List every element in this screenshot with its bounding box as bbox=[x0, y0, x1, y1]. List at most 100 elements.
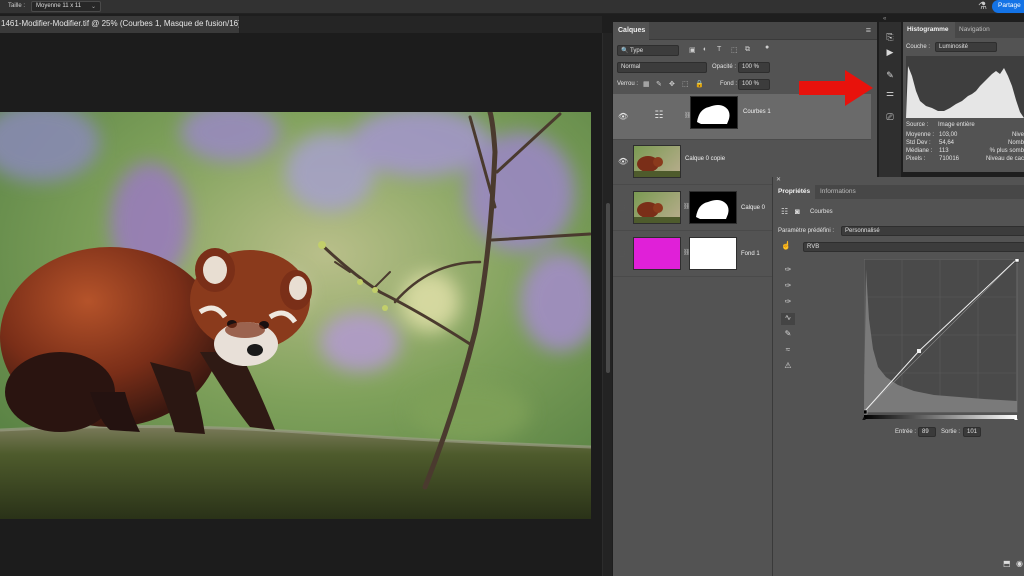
preset-select[interactable]: Personnalisé bbox=[841, 226, 1024, 236]
curve-point-tool-icon[interactable]: ∿ bbox=[781, 313, 795, 325]
tab-navigation[interactable]: Navigation bbox=[959, 26, 990, 33]
scrollbar-thumb[interactable] bbox=[606, 203, 610, 373]
lock-transparent-icon[interactable]: ▦ bbox=[643, 80, 650, 88]
on-image-adjust-icon[interactable]: ☝ bbox=[781, 241, 791, 250]
curves-adjustment-icon: ☷ bbox=[635, 101, 683, 134]
layer-name: Courbes 1 bbox=[743, 109, 771, 115]
stat-value: 54,64 bbox=[939, 140, 955, 146]
view-previous-icon[interactable]: ◉ bbox=[1016, 559, 1023, 568]
stat-label: Pixels : bbox=[906, 156, 926, 162]
channel-select[interactable]: Luminosité bbox=[935, 42, 997, 52]
shape-filter-icon[interactable]: ⬚ bbox=[731, 46, 738, 54]
black-point-eyedropper-icon[interactable]: ✑ bbox=[781, 265, 795, 277]
curves-graph[interactable] bbox=[862, 257, 1020, 415]
brush-settings-icon[interactable]: ✎ bbox=[883, 70, 897, 84]
stat-right: Nive bbox=[1011, 132, 1024, 138]
adjustment-filter-icon[interactable]: ◐ bbox=[703, 46, 707, 53]
tab-histogram[interactable]: Histogramme bbox=[903, 22, 955, 38]
black-slider-icon[interactable]: ▲ bbox=[861, 416, 867, 422]
output-field[interactable]: 101 bbox=[963, 427, 981, 437]
lock-icon[interactable]: 🔒 bbox=[695, 80, 704, 88]
opacity-field[interactable]: 100 % bbox=[738, 62, 770, 73]
blend-mode-value: Normal bbox=[621, 64, 641, 70]
input-field[interactable]: 89 bbox=[918, 427, 936, 437]
tab-properties[interactable]: Propriétés bbox=[773, 185, 815, 199]
histogram-graph bbox=[906, 56, 1024, 118]
opacity-label: Opacité : bbox=[712, 64, 737, 70]
close-icon[interactable]: ✕ bbox=[776, 176, 781, 183]
fill-value: 100 % bbox=[742, 81, 760, 87]
stat-right: Nomb bbox=[1007, 140, 1024, 146]
layers-tab-label: Calques bbox=[618, 27, 646, 34]
layer-mask-thumbnail[interactable] bbox=[690, 96, 738, 129]
stat-value: 103,00 bbox=[939, 132, 958, 138]
stat-value: 710016 bbox=[939, 156, 960, 162]
layer-mask-thumbnail[interactable] bbox=[689, 191, 737, 224]
share-label: Partage bbox=[998, 2, 1021, 9]
layer-mask-thumbnail[interactable] bbox=[689, 237, 737, 270]
document-title: 1461-Modifier-Modifier.tif @ 25% (Courbe… bbox=[1, 19, 240, 28]
curves-adjustment-icon: ☷ bbox=[781, 207, 789, 216]
visibility-off-icon[interactable]: ▢ bbox=[618, 249, 626, 258]
stat-label: Médiane : bbox=[906, 148, 933, 154]
layer-filter-select[interactable]: 🔍 Type bbox=[617, 45, 679, 56]
output-value: 101 bbox=[967, 429, 978, 435]
canvas-image[interactable] bbox=[0, 112, 591, 519]
collapse-icon[interactable]: « bbox=[883, 16, 886, 22]
source-label: Source : bbox=[906, 122, 929, 128]
clip-to-layer-icon[interactable]: ⬒ bbox=[1003, 559, 1011, 568]
play-action-icon[interactable]: ▶ bbox=[883, 47, 897, 61]
brush-size-label: Taille : bbox=[8, 3, 26, 9]
stat-right: % plus somb bbox=[989, 148, 1024, 154]
options-bar: Taille : Moyenne 11 x 11 ⌄ ⚗ Partage bbox=[0, 0, 1024, 14]
clipping-warning-icon[interactable]: ⚠ bbox=[781, 361, 795, 373]
stat-label: Std Dev : bbox=[906, 140, 931, 146]
input-label: Entrée : bbox=[895, 429, 917, 435]
type-filter-icon[interactable]: T bbox=[717, 46, 721, 53]
fill-label: Fond : bbox=[720, 81, 738, 87]
smooth-curve-icon[interactable]: ≈ bbox=[781, 345, 795, 357]
input-gradient-bar bbox=[864, 415, 1017, 419]
channel-value: Luminosité bbox=[939, 44, 969, 50]
image-filter-icon[interactable]: ▣ bbox=[689, 46, 696, 54]
histogram-tab-label: Histogramme bbox=[907, 26, 949, 33]
canvas-scrollbar[interactable] bbox=[602, 33, 612, 576]
search-icon: 🔍 bbox=[621, 48, 629, 54]
brush-size-value: Moyenne 11 x 11 bbox=[36, 3, 82, 9]
smart-object-filter-icon[interactable]: ⧉ bbox=[745, 46, 750, 54]
tab-calques[interactable]: Calques bbox=[613, 22, 649, 40]
visibility-eye-icon[interactable]: 👁 bbox=[618, 157, 628, 166]
mask-icon[interactable]: ◙ bbox=[795, 207, 800, 216]
layer-thumbnail bbox=[633, 237, 681, 270]
visibility-off-icon[interactable]: ▢ bbox=[618, 203, 626, 212]
red-arrow-annotation bbox=[799, 70, 873, 106]
adjustments-icon[interactable]: ⚌ bbox=[883, 88, 897, 102]
lock-position-icon[interactable]: ✥ bbox=[669, 80, 675, 88]
pencil-draw-icon[interactable]: ✎ bbox=[781, 329, 795, 341]
artboard-icon[interactable]: ⬚ bbox=[682, 80, 689, 88]
properties-panel-header: Propriétés Informations bbox=[773, 185, 1024, 199]
history-icon[interactable]: ⎘ bbox=[883, 32, 897, 46]
curve-channel-select[interactable]: RVB bbox=[803, 242, 1024, 252]
panel-menu-icon[interactable]: ≡ bbox=[866, 25, 871, 35]
white-point-eyedropper-icon[interactable]: ✑ bbox=[781, 297, 795, 309]
input-value: 89 bbox=[922, 429, 929, 435]
gray-point-eyedropper-icon[interactable]: ✑ bbox=[781, 281, 795, 293]
lock-label: Verrou : bbox=[617, 81, 639, 87]
flask-icon[interactable]: ⚗ bbox=[978, 1, 987, 12]
preset-value: Personnalisé bbox=[845, 228, 880, 234]
blend-mode-select[interactable]: Normal bbox=[617, 62, 707, 73]
fill-field[interactable]: 100 % bbox=[738, 79, 770, 90]
document-tab[interactable]: 1461-Modifier-Modifier.tif @ 25% (Courbe… bbox=[0, 16, 240, 33]
visibility-eye-icon[interactable]: 👁 bbox=[618, 112, 628, 121]
white-slider-icon[interactable]: ▲ bbox=[1013, 416, 1019, 422]
share-button[interactable]: Partage bbox=[992, 0, 1024, 13]
brush-size-select[interactable]: Moyenne 11 x 11 ⌄ bbox=[31, 1, 101, 12]
stat-value: 113 bbox=[939, 148, 949, 154]
lock-pixels-icon[interactable]: ✎ bbox=[656, 80, 662, 88]
source-value[interactable]: Image entière bbox=[938, 122, 975, 128]
filter-toggle-icon[interactable]: ● bbox=[765, 44, 769, 51]
output-label: Sortie : bbox=[941, 429, 961, 435]
tab-informations[interactable]: Informations bbox=[820, 188, 856, 195]
paths-icon[interactable]: ⎚ bbox=[883, 112, 897, 126]
